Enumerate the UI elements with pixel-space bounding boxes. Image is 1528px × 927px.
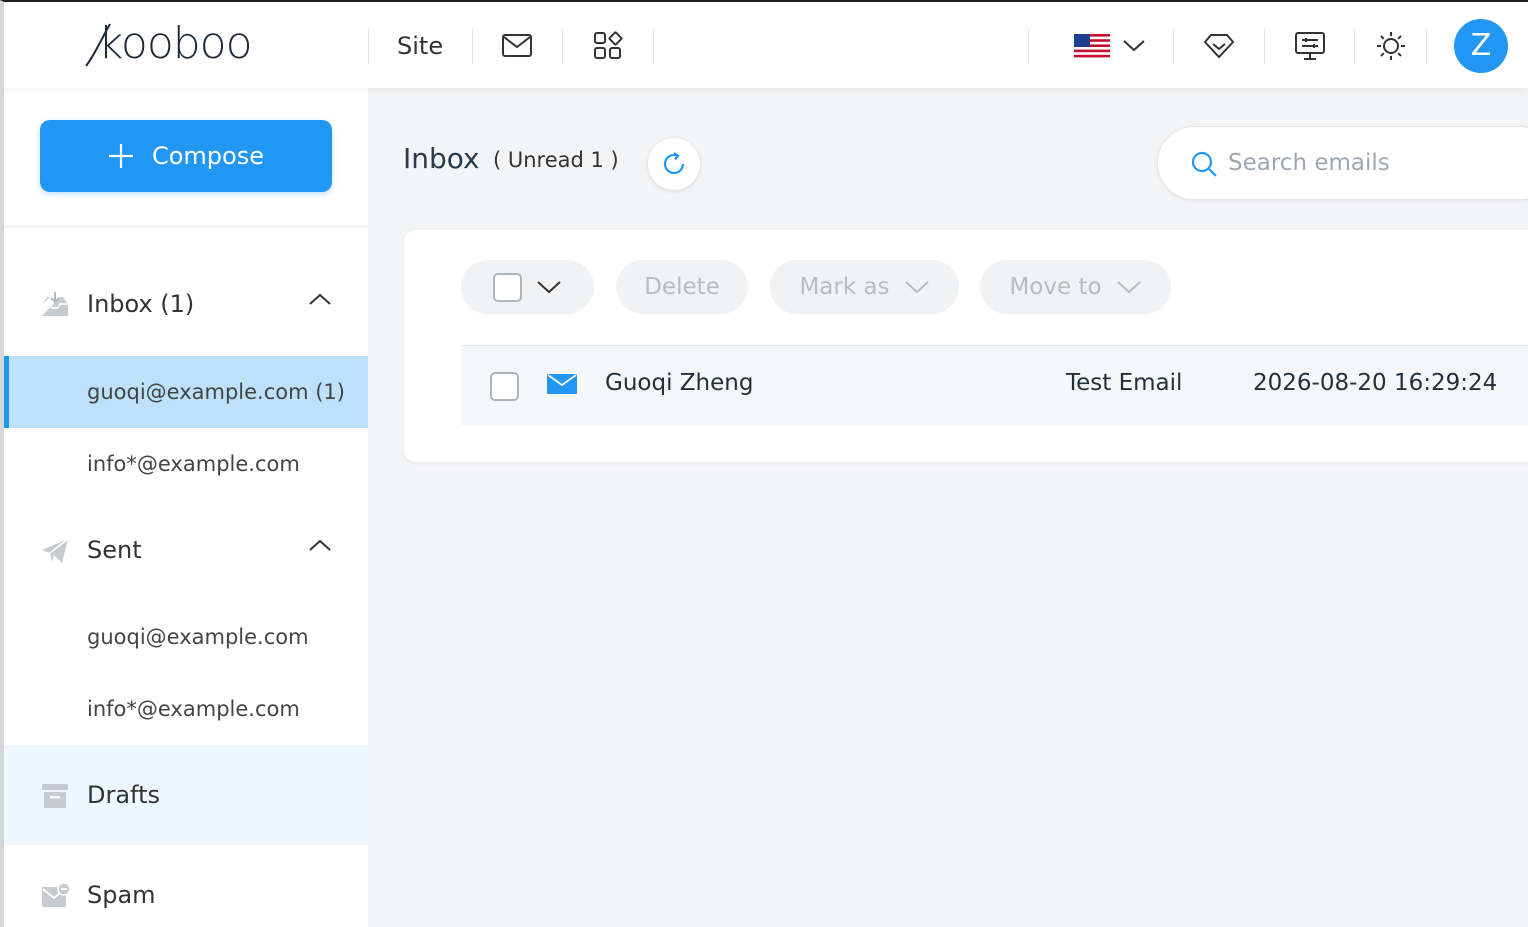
chevron-up-icon[interactable] xyxy=(308,538,332,552)
chevron-down-icon xyxy=(904,281,929,294)
select-all-checkbox[interactable] xyxy=(493,272,522,302)
email-subject: Test Email xyxy=(1066,370,1183,396)
diamond-icon[interactable] xyxy=(1201,28,1237,64)
chevron-down-icon xyxy=(537,281,561,294)
archive-box-icon xyxy=(42,784,68,808)
mark-as-dropdown[interactable]: Mark as xyxy=(770,260,959,314)
header-divider xyxy=(1028,28,1029,64)
unread-mail-icon xyxy=(547,374,577,394)
search-input[interactable] xyxy=(1228,143,1528,183)
sidebar-item-label: Spam xyxy=(87,881,156,909)
mark-as-label: Mark as xyxy=(799,274,890,300)
sidebar-item-sent-account[interactable]: info*@example.com xyxy=(4,673,368,745)
paper-plane-icon xyxy=(42,538,69,563)
header-divider xyxy=(472,28,473,64)
email-checkbox[interactable] xyxy=(490,372,519,401)
logo-text: kooboo xyxy=(98,18,253,69)
sidebar-item-label: guoqi@example.com (1) xyxy=(87,380,345,404)
compose-button[interactable]: Compose xyxy=(40,120,332,192)
apps-icon[interactable] xyxy=(590,28,626,64)
chevron-up-icon[interactable] xyxy=(308,292,332,306)
search-icon xyxy=(1191,151,1217,177)
header-divider xyxy=(1426,28,1427,64)
main-content: Inbox ( Unread 1 ) Delete xyxy=(368,88,1528,927)
sidebar-item-label: Drafts xyxy=(87,781,160,809)
user-avatar[interactable]: Z xyxy=(1454,19,1508,73)
sidebar: Compose Inbox (1) guoqi@example.com (1) … xyxy=(4,88,368,927)
sidebar-item-spam[interactable]: Spam xyxy=(4,859,368,927)
header-divider xyxy=(1264,28,1265,64)
search-box xyxy=(1157,126,1528,200)
inbox-icon xyxy=(42,292,68,316)
header-divider xyxy=(562,28,563,64)
monitor-icon[interactable] xyxy=(1292,28,1328,64)
sidebar-item-inbox-account[interactable]: guoqi@example.com (1) xyxy=(4,356,368,428)
refresh-icon xyxy=(663,152,685,175)
move-to-label: Move to xyxy=(1009,274,1102,300)
header-divider xyxy=(1354,28,1355,64)
select-all-dropdown[interactable] xyxy=(461,260,594,314)
sidebar-item-sent-account[interactable]: guoqi@example.com xyxy=(4,601,368,673)
sidebar-item-label: guoqi@example.com xyxy=(87,625,309,649)
sidebar-item-drafts[interactable]: Drafts xyxy=(4,745,368,845)
sidebar-item-label: info*@example.com xyxy=(87,697,300,721)
compose-label: Compose xyxy=(151,142,264,170)
top-header: kooboo Site Z xyxy=(4,2,1528,88)
sun-icon[interactable] xyxy=(1373,28,1409,64)
chevron-down-icon xyxy=(1116,281,1141,294)
refresh-button[interactable] xyxy=(648,138,700,190)
sidebar-item-label: Inbox (1) xyxy=(87,290,195,318)
delete-button[interactable]: Delete xyxy=(616,260,748,314)
sidebar-divider xyxy=(4,226,368,227)
email-sender: Guoqi Zheng xyxy=(605,370,754,396)
page-title: Inbox xyxy=(403,142,480,175)
plus-icon xyxy=(108,144,133,168)
email-date: 2026-08-20 16:29:24 xyxy=(1253,370,1498,396)
app-window: kooboo Site Z Compose Inbox (1) guoqi@ex… xyxy=(0,0,1528,927)
header-divider xyxy=(368,28,369,64)
chevron-down-icon[interactable] xyxy=(1116,28,1152,64)
delete-label: Delete xyxy=(644,274,720,300)
kooboo-logo[interactable]: kooboo xyxy=(84,16,294,72)
sidebar-item-inbox-account[interactable]: info*@example.com xyxy=(4,428,368,500)
unread-count: ( Unread 1 ) xyxy=(493,148,619,172)
sidebar-item-label: Sent xyxy=(87,536,142,564)
sidebar-item-inbox[interactable]: Inbox (1) xyxy=(4,268,368,340)
email-row[interactable]: Guoqi Zheng Test Email 2026-08-20 16:29:… xyxy=(461,345,1528,425)
move-to-dropdown[interactable]: Move to xyxy=(980,260,1171,314)
email-list-card: Delete Mark as Move to Guoqi Zheng Test … xyxy=(404,230,1528,462)
sidebar-item-label: info*@example.com xyxy=(87,452,300,476)
flag-us-icon[interactable] xyxy=(1072,28,1112,64)
header-divider xyxy=(653,28,654,64)
header-divider xyxy=(1173,28,1174,64)
mail-icon[interactable] xyxy=(499,28,535,64)
spam-mail-icon xyxy=(42,882,70,907)
sidebar-item-sent[interactable]: Sent xyxy=(4,514,368,586)
site-link[interactable]: Site xyxy=(397,28,443,64)
